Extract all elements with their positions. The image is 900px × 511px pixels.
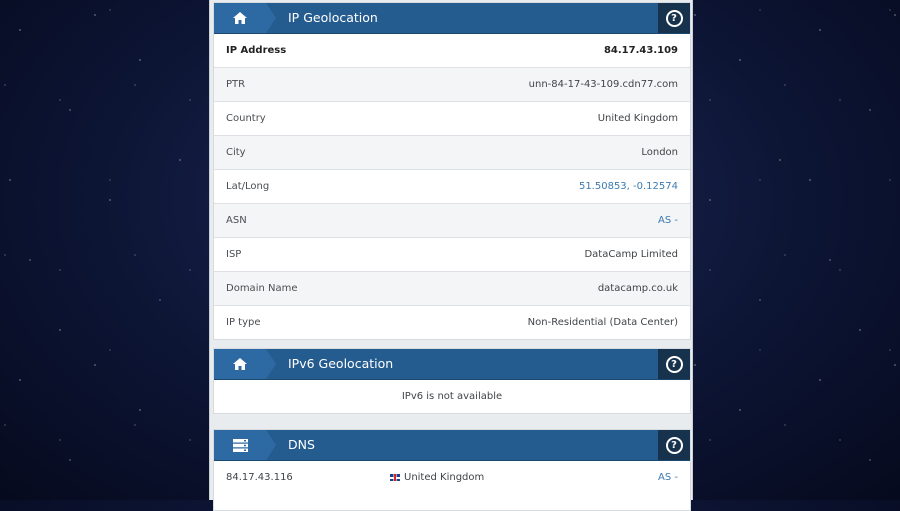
help-circle-icon: ? (665, 436, 683, 454)
table-row-city: City London (214, 135, 690, 169)
table-row-ptr: PTR unn-84-17-43-109.cdn77.com (214, 67, 690, 101)
row-value: 84.17.43.109 (603, 45, 678, 56)
table-row-ip-type: IP type Non-Residential (Data Center) (214, 305, 690, 339)
dns-ip: 84.17.43.116 (226, 472, 293, 483)
row-value: unn-84-17-43-109.cdn77.com (528, 79, 678, 90)
row-label: IP type (226, 317, 261, 328)
dns-row: 84.17.43.116 United Kingdom AS - (214, 461, 690, 494)
home-icon[interactable] (214, 3, 266, 33)
table-row-lat-long: Lat/Long 51.50853, -0.12574 (214, 169, 690, 203)
geolocation-table: IP Address 84.17.43.109 PTR unn-84-17-43… (214, 34, 690, 339)
dns-asn-link[interactable]: AS - (658, 472, 678, 483)
dns-panel: DNS ? 84.17.43.116 United Kingdom AS - (213, 429, 691, 511)
home-icon[interactable] (214, 349, 266, 379)
table-row-asn: ASN AS - (214, 203, 690, 237)
table-row-isp: ISP DataCamp Limited (214, 237, 690, 271)
row-label: ASN (226, 215, 247, 226)
row-label: Lat/Long (226, 181, 270, 192)
row-label: Country (226, 113, 266, 124)
row-value: DataCamp Limited (584, 249, 678, 260)
panel-title: DNS (288, 437, 315, 452)
row-label: City (226, 147, 246, 158)
ip-geolocation-panel: IP Geolocation ? IP Address 84.17.43.109… (213, 2, 691, 340)
lat-long-link[interactable]: 51.50853, -0.12574 (579, 181, 678, 192)
row-value: Non-Residential (Data Center) (527, 317, 678, 328)
asn-link[interactable]: AS - (658, 215, 678, 226)
help-button[interactable]: ? (658, 3, 690, 33)
help-button[interactable]: ? (658, 430, 690, 460)
row-label: PTR (226, 79, 246, 90)
row-value: datacamp.co.uk (597, 283, 678, 294)
ipv6-geolocation-panel: IPv6 Geolocation ? IPv6 is not available (213, 348, 691, 414)
row-value: London (641, 147, 678, 158)
ip-geolocation-header: IP Geolocation ? (214, 3, 690, 34)
panel-title: IP Geolocation (288, 10, 378, 25)
help-button[interactable]: ? (658, 349, 690, 379)
help-circle-icon: ? (665, 355, 683, 373)
ipv6-geolocation-header: IPv6 Geolocation ? (214, 349, 690, 380)
row-label: ISP (226, 249, 242, 260)
content-column: IP Geolocation ? IP Address 84.17.43.109… (209, 0, 693, 511)
table-row-country: Country United Kingdom (214, 101, 690, 135)
dns-country-name: United Kingdom (404, 472, 485, 483)
row-value: United Kingdom (597, 113, 678, 124)
help-circle-icon: ? (665, 9, 683, 27)
uk-flag-icon (390, 474, 400, 481)
dns-country: United Kingdom (390, 472, 658, 483)
table-row-ip-address: IP Address 84.17.43.109 (214, 34, 690, 67)
table-row-domain-name: Domain Name datacamp.co.uk (214, 271, 690, 305)
dns-header: DNS ? (214, 430, 690, 461)
server-icon[interactable] (214, 430, 266, 460)
panel-title: IPv6 Geolocation (288, 356, 394, 371)
row-label: IP Address (226, 45, 287, 56)
ipv6-status-message: IPv6 is not available (401, 391, 503, 402)
row-label: Domain Name (226, 283, 298, 294)
